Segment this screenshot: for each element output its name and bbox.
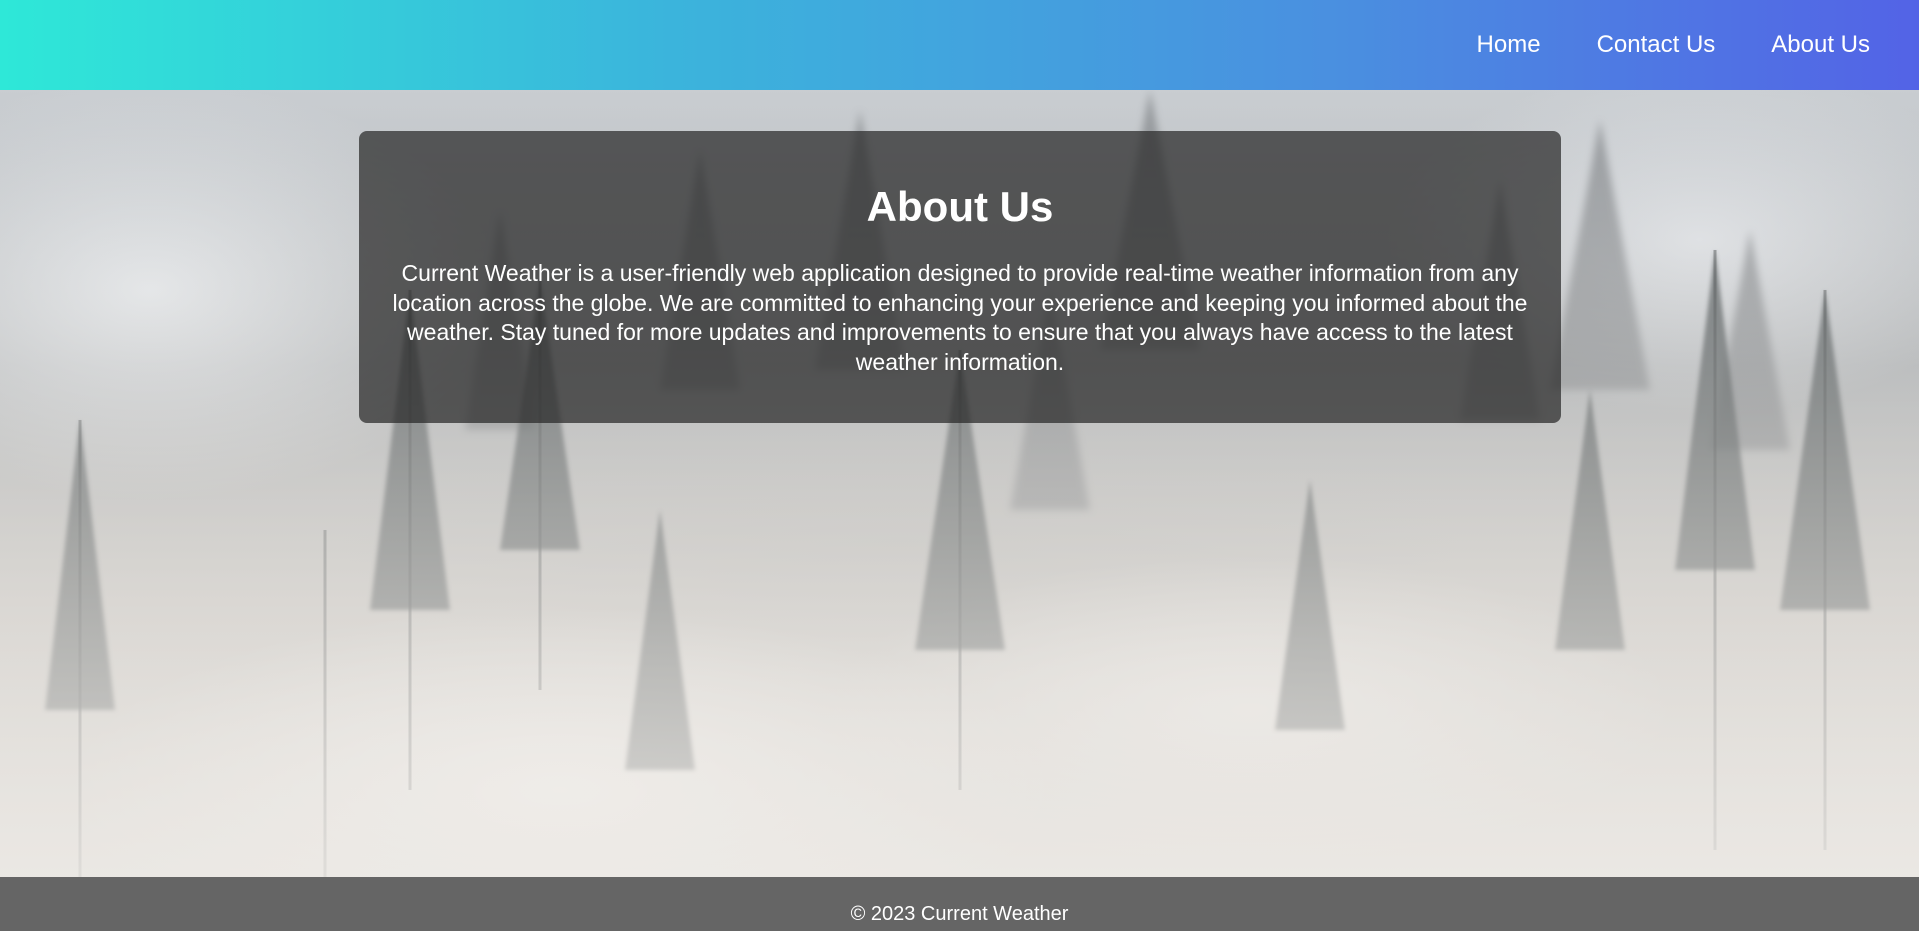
site-footer: © 2023 Current Weather bbox=[0, 877, 1919, 931]
about-description: Current Weather is a user-friendly web a… bbox=[392, 260, 1528, 375]
main-nav: Home Contact Us About Us bbox=[1421, 0, 1870, 90]
page-title: About Us bbox=[866, 183, 1054, 230]
nav-link-contact-us[interactable]: Contact Us bbox=[1597, 31, 1716, 59]
nav-link-about-us[interactable]: About Us bbox=[1771, 31, 1870, 59]
about-us-card: About Us Current Weather is a user-frien… bbox=[359, 131, 1561, 423]
nav-link-home[interactable]: Home bbox=[1477, 31, 1541, 59]
site-header: Home Contact Us About Us bbox=[0, 0, 1919, 90]
copyright-text: © 2023 Current Weather bbox=[850, 903, 1069, 925]
